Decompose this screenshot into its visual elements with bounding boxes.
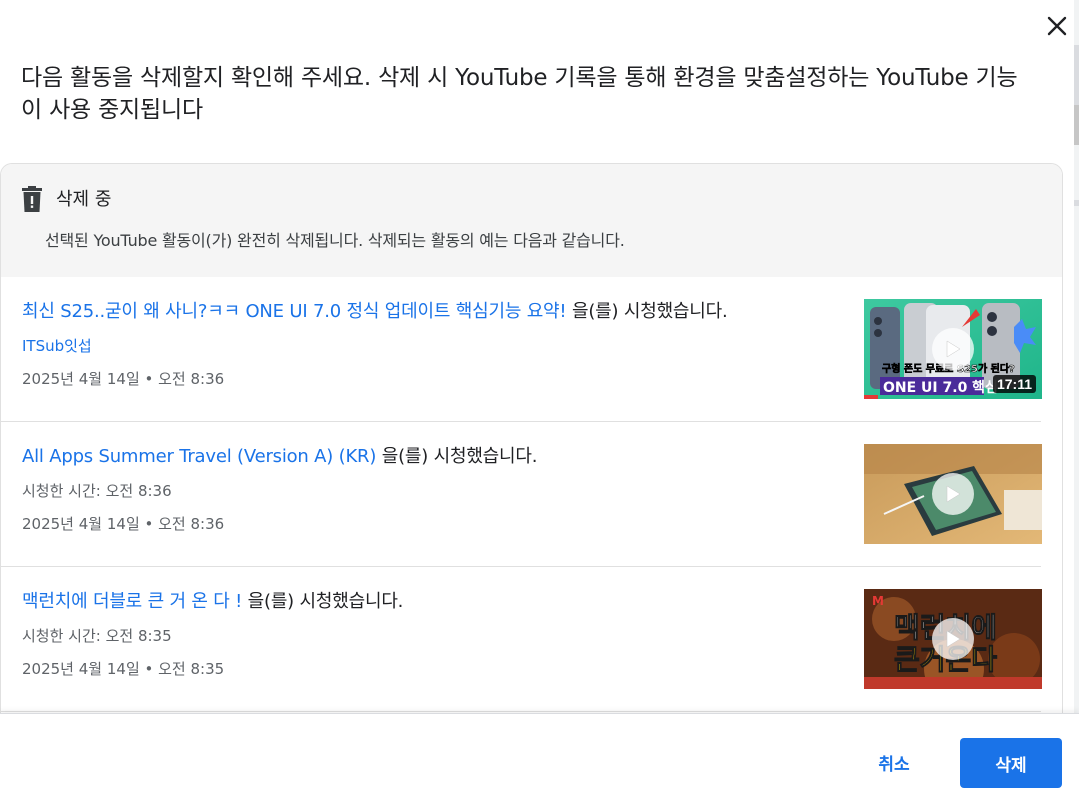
activity-card: 삭제 중 선택된 YouTube 활동이(가) 완전히 삭제됩니다. 삭제되는 … <box>0 163 1063 723</box>
video-link[interactable]: 최신 S25..굳이 왜 사니?ㅋㅋ ONE UI 7.0 정식 업데이트 핵심… <box>22 301 567 322</box>
activity-date: 2025년 4월 14일 • 오전 8:35 <box>22 660 225 678</box>
card-header: 삭제 중 선택된 YouTube 활동이(가) 완전히 삭제됩니다. 삭제되는 … <box>1 164 1062 277</box>
video-link[interactable]: 맥런치에 더블로 큰 거 온 다 ! <box>22 591 242 612</box>
scrollbar[interactable] <box>1074 0 1079 715</box>
close-icon <box>1047 16 1067 36</box>
video-link[interactable]: All Apps Summer Travel (Version A) (KR) <box>22 446 376 467</box>
card-title: 삭제 중 <box>56 189 112 210</box>
activity-date: 2025년 4월 14일 • 오전 8:36 <box>22 515 225 533</box>
activity-date: 2025년 4월 14일 • 오전 8:36 <box>22 370 225 388</box>
dialog-heading: 다음 활동을 삭제할지 확인해 주세요. 삭제 시 YouTube 기록을 통해… <box>21 65 1018 123</box>
play-icon <box>946 340 961 358</box>
watch-time: 시청한 시간: 오전 8:35 <box>22 627 172 645</box>
svg-text:M: M <box>872 594 884 608</box>
watch-time: 시청한 시간: 오전 8:36 <box>22 482 172 500</box>
activity-item: 최신 S25..굳이 왜 사니?ㅋㅋ ONE UI 7.0 정식 업데이트 핵심… <box>1 277 1042 422</box>
activity-item: 맥런치에 더블로 큰 거 온 다 ! 을(를) 시청했습니다. 시청한 시간: … <box>1 567 1042 712</box>
delete-button[interactable]: 삭제 <box>960 738 1062 788</box>
activity-suffix: 을(를) 시청했습니다. <box>242 591 404 612</box>
play-button[interactable] <box>932 473 974 515</box>
play-icon <box>946 485 961 503</box>
video-thumbnail[interactable]: 구형 폰도 무료로 S25가 된다? ONE UI 7.0 핵심 17:11 <box>864 299 1042 399</box>
activity-title: All Apps Summer Travel (Version A) (KR) … <box>22 444 842 470</box>
close-button[interactable] <box>1040 9 1074 43</box>
activity-title: 맥런치에 더블로 큰 거 온 다 ! 을(를) 시청했습니다. <box>22 589 842 615</box>
trash-icon <box>22 186 42 212</box>
activity-suffix: 을(를) 시청했습니다. <box>566 301 728 322</box>
card-description: 선택된 YouTube 활동이(가) 완전히 삭제됩니다. 삭제되는 활동의 예… <box>45 231 625 250</box>
thumb-caption-bottom: ONE UI 7.0 핵심 <box>883 380 998 396</box>
play-button[interactable] <box>932 328 974 370</box>
activity-item: All Apps Summer Travel (Version A) (KR) … <box>1 422 1042 567</box>
dialog-footer: 취소 삭제 <box>0 713 1079 800</box>
activity-suffix: 을(를) 시청했습니다. <box>376 446 538 467</box>
delete-confirm-dialog: 다음 활동을 삭제할지 확인해 주세요. 삭제 시 YouTube 기록을 통해… <box>0 0 1079 800</box>
cancel-button[interactable]: 취소 <box>858 738 930 786</box>
video-thumbnail[interactable]: 맥런치에 큰거온다 M <box>864 589 1042 689</box>
video-thumbnail[interactable] <box>864 444 1042 544</box>
play-icon <box>946 630 961 648</box>
activity-title: 최신 S25..굳이 왜 사니?ㅋㅋ ONE UI 7.0 정식 업데이트 핵심… <box>22 299 842 325</box>
channel-link[interactable]: ITSub잇섭 <box>22 336 842 356</box>
play-button[interactable] <box>932 618 974 660</box>
video-duration: 17:11 <box>992 375 1036 393</box>
